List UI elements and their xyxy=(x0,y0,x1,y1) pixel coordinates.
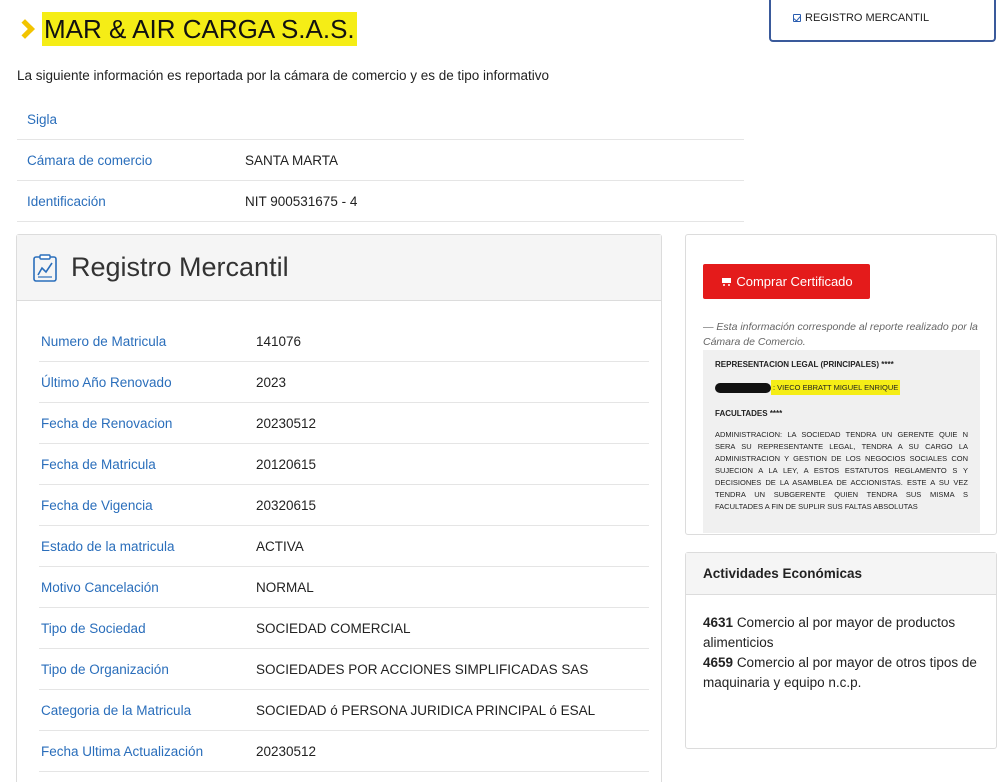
row-label: Numero de Matricula xyxy=(41,333,167,349)
table-row: Fecha de Matricula 20120615 xyxy=(39,444,649,485)
row-value: SOCIEDAD ó PERSONA JURIDICA PRINCIPAL ó … xyxy=(256,702,596,718)
row-label: Fecha de Matricula xyxy=(41,456,156,472)
redaction-bar xyxy=(715,382,771,393)
info-note: La siguiente información es reportada po… xyxy=(17,68,550,83)
activity-code: 4659 xyxy=(703,655,734,670)
list-item: 4659 Comercio al por mayor de otros tipo… xyxy=(703,653,979,693)
registro-mercantil-panel: Registro Mercantil Numero de Matricula 14… xyxy=(16,234,662,782)
summary-label: Sigla xyxy=(27,111,58,127)
buy-certificate-label: Comprar Certificado xyxy=(736,274,853,289)
doc-heading: REPRESENTACION LEGAL (PRINCIPALES) **** xyxy=(715,360,894,369)
table-row: Numero de Matricula 141076 xyxy=(39,321,649,362)
list-item: 4631 Comercio al por mayor de productos … xyxy=(703,613,979,653)
row-value: 20230512 xyxy=(256,743,317,759)
table-row: Fecha de Vigencia 20320615 xyxy=(39,485,649,526)
summary-row-sigla: Sigla xyxy=(17,99,744,140)
row-value: SOCIEDADES POR ACCIONES SIMPLIFICADAS SA… xyxy=(256,661,589,677)
summary-row-camara: Cámara de comercio SANTA MARTA xyxy=(17,140,744,181)
report-note: — Esta información corresponde al report… xyxy=(703,321,978,348)
chevron-right-icon xyxy=(15,19,35,39)
line-chart-icon xyxy=(33,253,57,282)
row-value: 141076 xyxy=(256,333,302,349)
row-label: Fecha Ultima Actualización xyxy=(41,743,204,759)
certificate-panel: Comprar Certificado — Esta información c… xyxy=(685,234,997,535)
row-value: SOCIEDAD COMERCIAL xyxy=(256,620,411,636)
table-row: Fecha de Renovacion 20230512 xyxy=(39,403,649,444)
row-label: Tipo de Organización xyxy=(41,661,169,677)
facultades-text: ADMINISTRACION: LA SOCIEDAD TENDRA UN GE… xyxy=(715,430,968,511)
cart-icon xyxy=(720,277,732,287)
activity-text: Comercio al por mayor de otros tipos de … xyxy=(703,655,977,690)
row-label: Estado de la matricula xyxy=(41,538,175,554)
registro-mercantil-tab[interactable]: REGISTRO MERCANTIL xyxy=(769,0,996,42)
summary-row-identificacion: Identificación NIT 900531675 - 4 xyxy=(17,181,744,222)
row-value: ACTIVA xyxy=(256,538,304,554)
checkbox-checked-icon xyxy=(793,14,801,22)
table-row: Estado de la matricula ACTIVA xyxy=(39,526,649,567)
row-label: Tipo de Sociedad xyxy=(41,620,146,636)
row-value: 20320615 xyxy=(256,497,317,513)
row-value: NORMAL xyxy=(256,579,314,595)
registro-title: Registro Mercantil xyxy=(71,252,289,282)
actividades-panel: Actividades Económicas 4631 Comercio al … xyxy=(685,552,997,749)
summary-value: SANTA MARTA xyxy=(245,152,339,168)
summary-label: Cámara de comercio xyxy=(27,152,153,168)
row-value: 20120615 xyxy=(256,456,317,472)
actividades-list: 4631 Comercio al por mayor de productos … xyxy=(686,595,996,693)
registro-details-table: Numero de Matricula 141076 Último Año Ren… xyxy=(39,321,649,772)
row-value: 20230512 xyxy=(256,415,317,431)
activity-text: Comercio al por mayor de productos alime… xyxy=(703,615,956,650)
row-label: Fecha de Renovacion xyxy=(41,415,173,431)
facultades-heading: FACULTADES **** xyxy=(715,409,783,418)
summary-label: Identificación xyxy=(27,193,106,209)
table-row: Tipo de Organización SOCIEDADES POR ACCIO… xyxy=(39,649,649,690)
actividades-title: Actividades Económicas xyxy=(686,553,996,595)
row-label: Categoria de la Matricula xyxy=(41,702,192,718)
row-label: Fecha de Vigencia xyxy=(41,497,153,513)
table-row: Categoria de la Matricula SOCIEDAD ó PERS… xyxy=(39,690,649,731)
document-preview[interactable]: REPRESENTACION LEGAL (PRINCIPALES) **** … xyxy=(703,350,980,533)
representative-line: : VIECO EBRATT MIGUEL ENRIQUE xyxy=(715,380,968,395)
row-value: 2023 xyxy=(256,374,287,390)
table-row: Fecha Ultima Actualización 20230512 xyxy=(39,731,649,772)
registro-panel-header: Registro Mercantil xyxy=(17,235,661,301)
company-name: MAR & AIR CARGA S.A.S. xyxy=(42,12,357,46)
summary-value: NIT 900531675 - 4 xyxy=(245,193,358,209)
activity-code: 4631 xyxy=(703,615,734,630)
page-header: MAR & AIR CARGA S.A.S. xyxy=(15,12,357,46)
summary-table: Sigla Cámara de comercio SANTA MARTA Ide… xyxy=(17,99,744,222)
registro-tab-label: REGISTRO MERCANTIL xyxy=(805,12,930,24)
table-row: Motivo Cancelación NORMAL xyxy=(39,567,649,608)
row-label: Motivo Cancelación xyxy=(41,579,159,595)
representative-name: : VIECO EBRATT MIGUEL ENRIQUE xyxy=(771,380,901,395)
row-label: Último Año Renovado xyxy=(41,374,172,390)
table-row: Tipo de Sociedad SOCIEDAD COMERCIAL xyxy=(39,608,649,649)
table-row: Último Año Renovado 2023 xyxy=(39,362,649,403)
buy-certificate-button[interactable]: Comprar Certificado xyxy=(703,264,870,299)
